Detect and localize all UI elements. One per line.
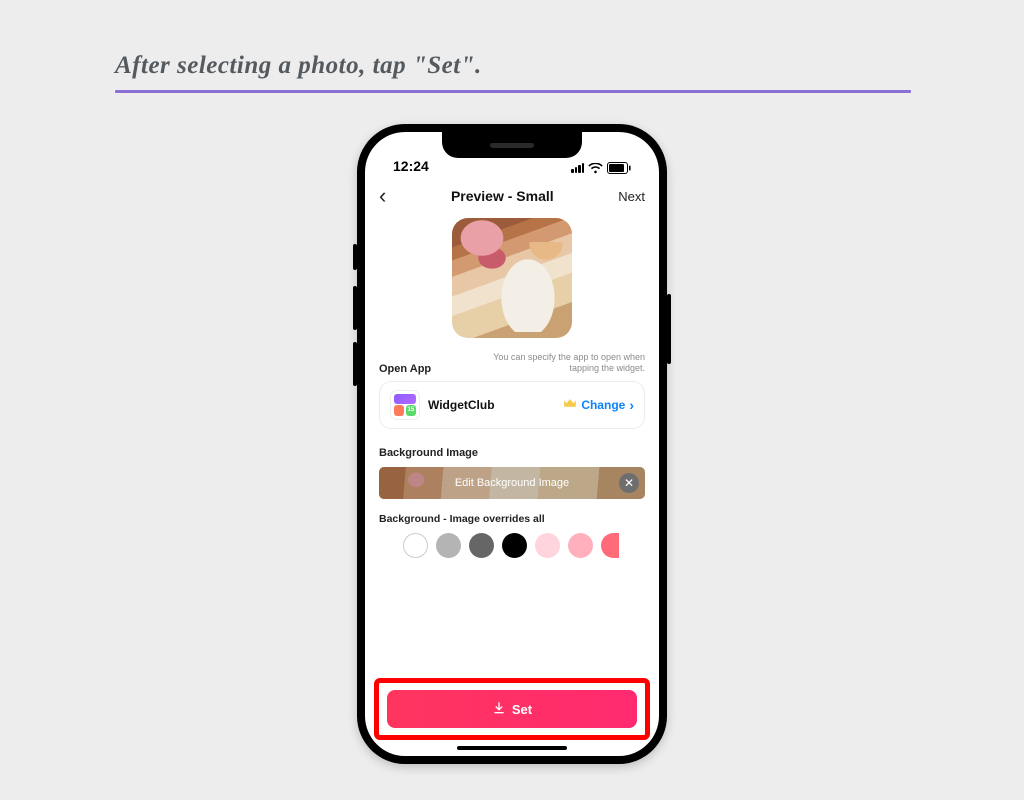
notch: [442, 132, 582, 158]
background-sub-label: Background - Image overrides all: [365, 499, 659, 533]
wifi-icon: [588, 163, 603, 174]
home-indicator[interactable]: [457, 746, 567, 750]
volume-down: [353, 342, 357, 386]
preview-row: [365, 216, 659, 338]
chevron-right-icon: ›: [629, 397, 634, 413]
swatch-pink-2[interactable]: [568, 533, 593, 558]
cellular-icon: [571, 163, 584, 173]
phone-frame: 12:24 ‹ Preview - Small Next: [357, 124, 667, 764]
clear-background-button[interactable]: ✕: [619, 473, 639, 493]
swatch-gray[interactable]: [469, 533, 494, 558]
open-app-header: Open App You can specify the app to open…: [365, 338, 659, 381]
instruction-text: After selecting a photo, tap "Set".: [115, 52, 911, 90]
instruction-underline: [115, 90, 911, 93]
status-right: [571, 162, 631, 174]
swatch-coral[interactable]: [601, 533, 619, 558]
status-time: 12:24: [393, 158, 429, 174]
volume-up: [353, 286, 357, 330]
set-button[interactable]: Set: [387, 690, 637, 728]
app-name: WidgetClub: [428, 398, 555, 412]
open-app-label: Open App: [379, 363, 431, 375]
change-label: Change: [581, 398, 625, 412]
background-image-label: Background Image: [365, 429, 659, 467]
open-app-card[interactable]: WidgetClub Change ›: [379, 381, 645, 429]
edit-background-label: Edit Background Image: [455, 477, 569, 489]
change-button[interactable]: Change ›: [563, 397, 634, 413]
phone-screen: 12:24 ‹ Preview - Small Next: [365, 132, 659, 756]
next-button[interactable]: Next: [618, 189, 645, 204]
swatch-pink-1[interactable]: [535, 533, 560, 558]
color-swatches: [365, 533, 659, 558]
speaker-grille: [490, 143, 534, 148]
swatch-black[interactable]: [502, 533, 527, 558]
mute-switch: [353, 244, 357, 270]
widget-preview-image[interactable]: [452, 218, 572, 338]
power-button: [667, 294, 671, 364]
nav-bar: ‹ Preview - Small Next: [365, 176, 659, 216]
nav-title: Preview - Small: [451, 188, 554, 204]
phone-mockup: 12:24 ‹ Preview - Small Next: [357, 124, 667, 764]
crown-icon: [563, 398, 577, 412]
app-icon: [390, 390, 420, 420]
open-app-help: You can specify the app to open when tap…: [475, 352, 645, 375]
download-icon: [492, 701, 506, 718]
set-button-highlight: Set: [374, 678, 650, 740]
swatch-lightgray[interactable]: [436, 533, 461, 558]
battery-icon: [607, 162, 631, 174]
swatch-white[interactable]: [403, 533, 428, 558]
instruction-block: After selecting a photo, tap "Set".: [115, 52, 911, 93]
set-button-label: Set: [512, 702, 532, 717]
background-image-row[interactable]: Edit Background Image ✕: [379, 467, 645, 499]
back-button[interactable]: ‹: [379, 185, 386, 207]
